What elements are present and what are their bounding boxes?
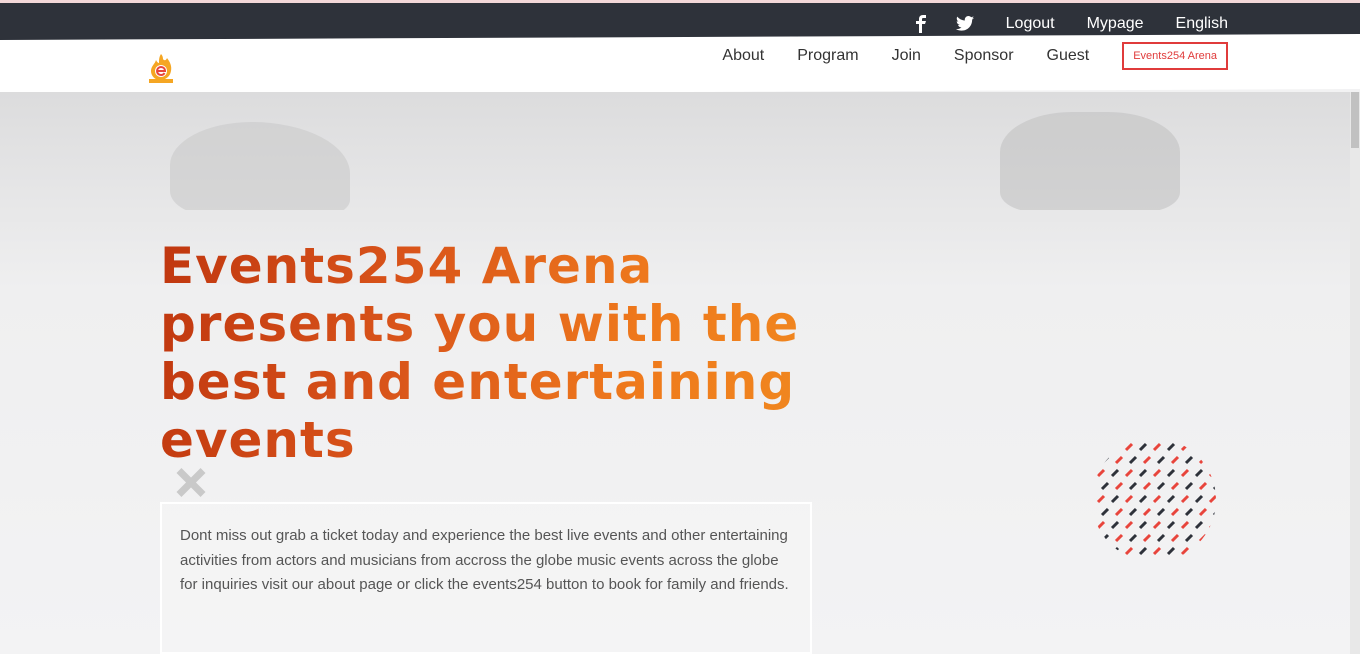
headline-line: Events254 Arena	[160, 237, 654, 295]
description-box: Dont miss out grab a ticket today and ex…	[160, 502, 812, 654]
headline-line: best and entertaining	[160, 353, 796, 411]
nav-join[interactable]: Join	[892, 47, 921, 65]
events254-logo-icon[interactable]	[144, 52, 178, 86]
logout-link[interactable]: Logout	[1006, 15, 1055, 33]
nav-program[interactable]: Program	[797, 47, 858, 65]
hero-headline: Events254 Arena presents you with the be…	[160, 237, 840, 469]
nav-about[interactable]: About	[722, 47, 764, 65]
facebook-icon[interactable]	[910, 13, 932, 35]
twitter-icon[interactable]	[954, 13, 976, 35]
hero-description: Dont miss out grab a ticket today and ex…	[180, 527, 789, 593]
nav-links: About Program Join Sponsor Guest Events2…	[689, 40, 1228, 72]
decorative-x-icon	[170, 462, 210, 502]
hero-bg-stage	[0, 210, 1360, 222]
hero-section: Events254 Arena presents you with the be…	[0, 92, 1360, 654]
hero-bg-shoe-left	[170, 122, 350, 217]
scrollbar-thumb[interactable]	[1351, 92, 1359, 148]
main-nav: About Program Join Sponsor Guest Events2…	[0, 40, 1360, 83]
nav-sponsor[interactable]: Sponsor	[954, 47, 1014, 65]
hero-bg-shoe-right	[1000, 112, 1180, 212]
page-scrollbar[interactable]	[1350, 92, 1360, 654]
mypage-link[interactable]: Mypage	[1087, 15, 1144, 33]
headline-line: presents you with the	[160, 295, 800, 353]
language-selector[interactable]: English	[1176, 15, 1228, 33]
decorative-pattern-icon	[1092, 438, 1216, 562]
nav-guest[interactable]: Guest	[1047, 47, 1090, 65]
events254-arena-button[interactable]: Events254 Arena	[1122, 42, 1228, 70]
headline-line: events	[160, 411, 356, 469]
